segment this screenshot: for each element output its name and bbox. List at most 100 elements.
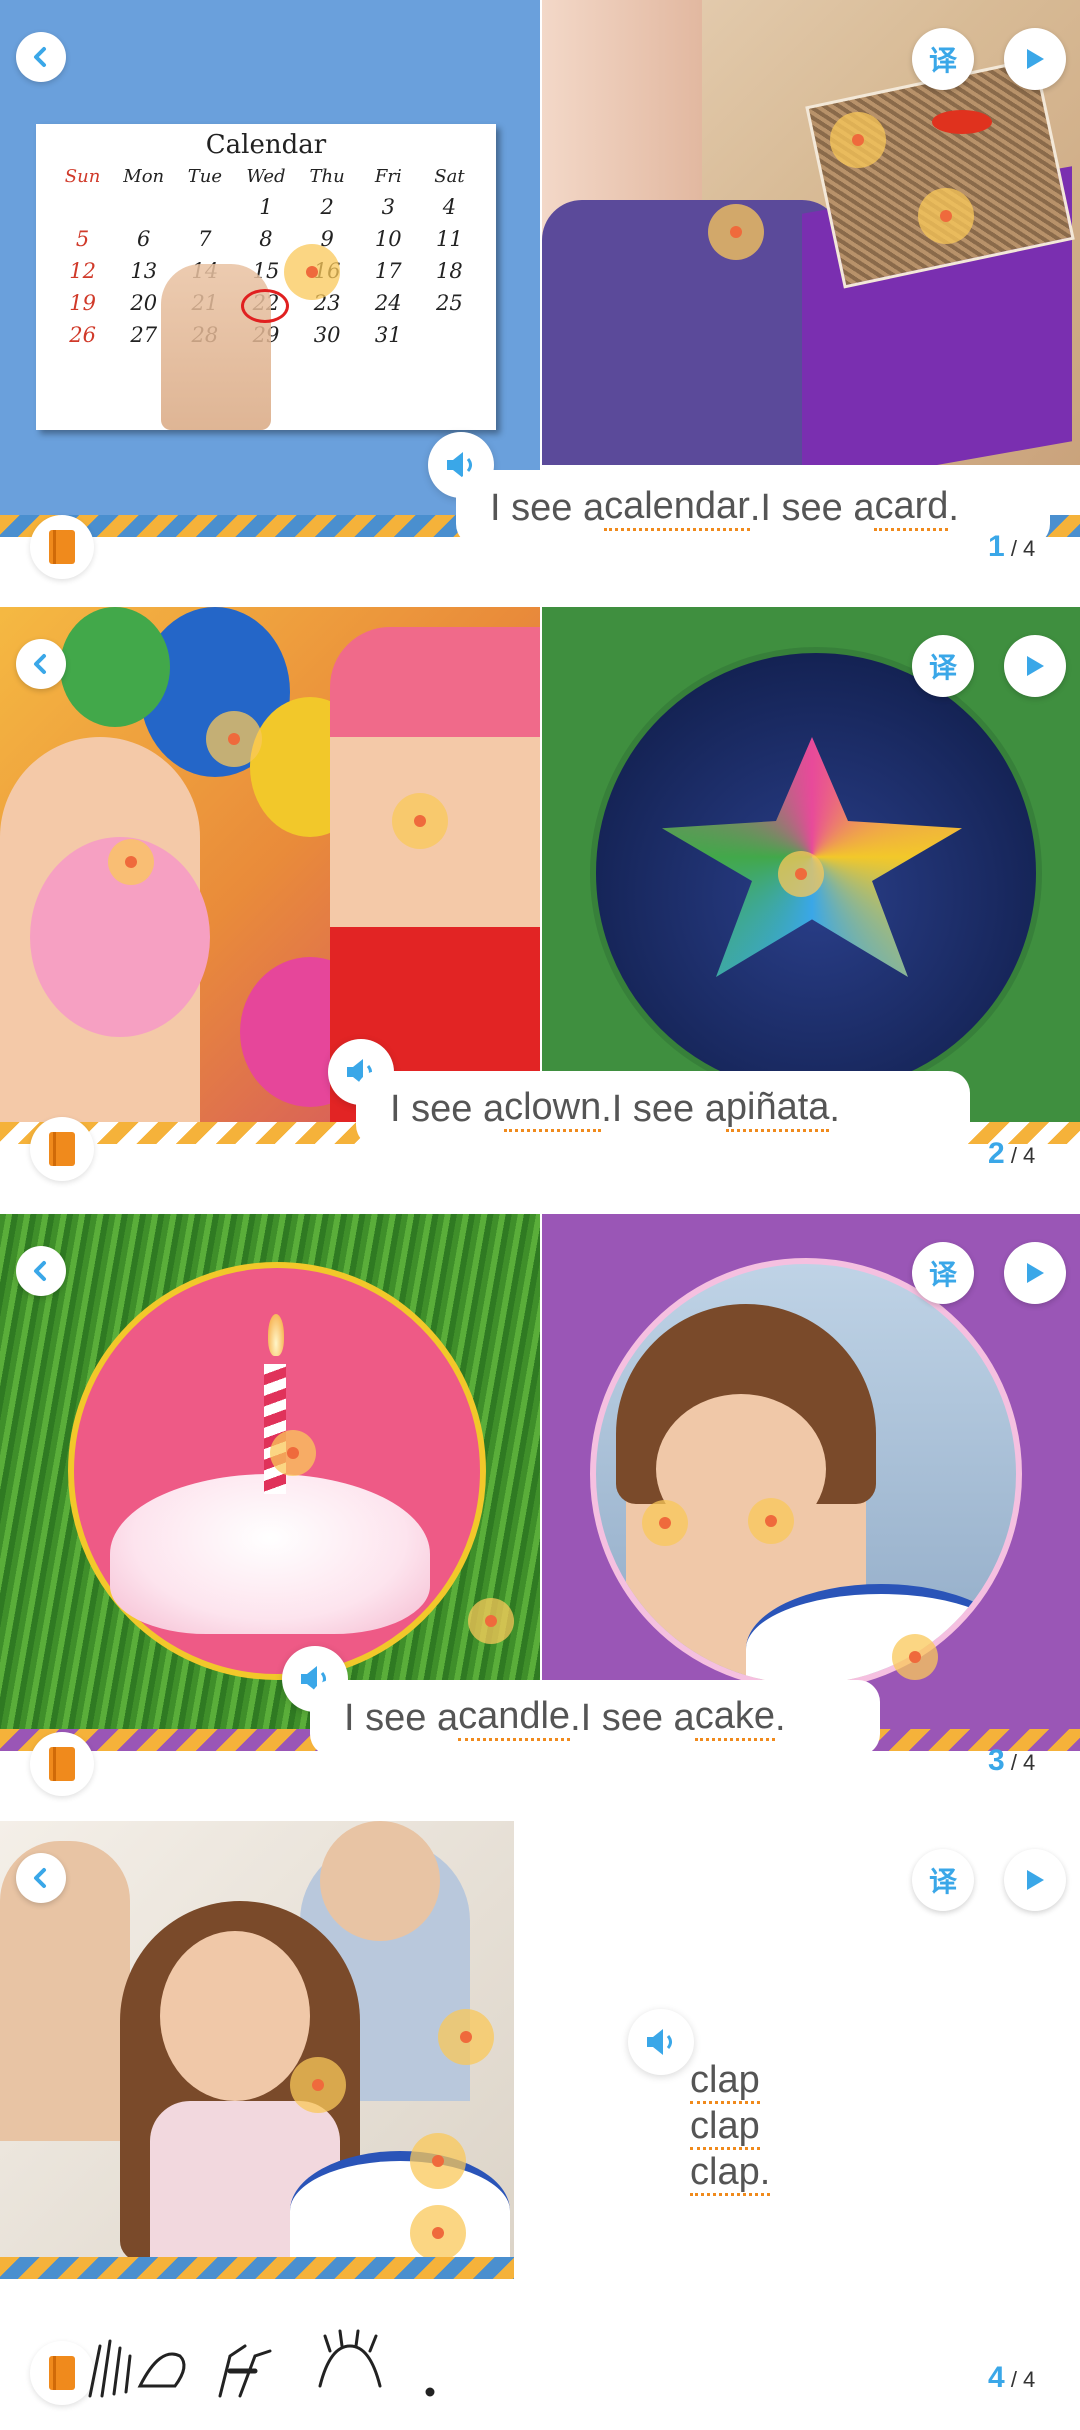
speaker-button[interactable] xyxy=(628,2009,694,2075)
hotspot-mouth[interactable] xyxy=(748,1498,794,1544)
clap-text: clap clap clap. xyxy=(690,2057,771,2196)
sentence-bubble: I see a calendar .I see a card . xyxy=(456,470,1050,546)
card-image xyxy=(542,0,1080,465)
clapping-hands-icon xyxy=(88,2329,435,2398)
calendar-date: 10 xyxy=(374,227,402,251)
translate-button[interactable]: 译 xyxy=(912,1849,974,1911)
word-pinata[interactable]: piñata xyxy=(725,1086,830,1132)
calendar-date: 11 xyxy=(436,227,463,251)
page-1: Calendar Sun Mon Tue Wed Thu Fri Sat 1 2 3 4 5 6 7 8 9 1… xyxy=(0,0,1080,607)
calendar-day-header: Mon xyxy=(123,166,165,187)
pinata-image xyxy=(542,607,1080,1127)
calendar-date: 5 xyxy=(75,227,90,251)
hotspot-balloon[interactable] xyxy=(206,711,262,767)
candle-image xyxy=(0,1214,540,1734)
hotspot-calendar[interactable] xyxy=(284,244,340,300)
book-button[interactable] xyxy=(30,1117,94,1181)
speaker-icon xyxy=(647,2029,672,2055)
back-icon xyxy=(34,1868,46,1888)
translate-icon: 译 xyxy=(928,651,957,684)
hotspot-card-1[interactable] xyxy=(830,112,886,168)
page-indicator: 3 / 4 xyxy=(988,1744,1036,1777)
calendar-date: 12 xyxy=(69,259,96,283)
calendar-date: 1 xyxy=(259,195,273,219)
calendar-date: 13 xyxy=(130,259,158,283)
calendar-date: 31 xyxy=(374,323,402,347)
hotspot-cake[interactable] xyxy=(892,1634,938,1680)
calendar-date: 25 xyxy=(436,291,463,315)
word-cake[interactable]: cake xyxy=(694,1695,775,1741)
back-button[interactable] xyxy=(16,639,66,689)
translate-icon: 译 xyxy=(928,44,957,77)
word-clap-2[interactable]: clap xyxy=(690,2105,760,2150)
sentence-bubble: I see a clown .I see a piñata . xyxy=(356,1071,970,1147)
hotspot-candles[interactable] xyxy=(410,2133,466,2189)
book-icon xyxy=(49,2356,75,2390)
book-icon xyxy=(49,1132,75,1166)
word-calendar[interactable]: calendar xyxy=(604,485,750,531)
calendar-date: 8 xyxy=(259,227,273,251)
hotspot-grandpa[interactable] xyxy=(438,2009,494,2065)
calendar-date xyxy=(113,195,174,219)
calendar-date: 6 xyxy=(137,227,151,251)
calendar-date: 26 xyxy=(69,323,96,347)
calendar-date: 3 xyxy=(381,195,395,219)
hotspot-clown[interactable] xyxy=(392,793,448,849)
play-icon xyxy=(1027,656,1044,676)
back-icon xyxy=(34,47,46,67)
calendar-date xyxy=(419,323,480,347)
calendar-date: 24 xyxy=(374,291,402,315)
play-button[interactable] xyxy=(1004,28,1066,90)
calendar-date xyxy=(174,195,235,219)
page-indicator: 4 / 4 xyxy=(988,2361,1036,2394)
calendar-date xyxy=(52,195,113,219)
calendar-day-header: Wed xyxy=(246,166,286,187)
back-icon xyxy=(34,654,46,674)
hotspot-card-3[interactable] xyxy=(918,188,974,244)
hotspot-grass[interactable] xyxy=(468,1598,514,1644)
back-button[interactable] xyxy=(16,32,66,82)
clapping-image xyxy=(0,1821,514,2261)
translate-button[interactable]: 译 xyxy=(912,28,974,90)
page-4: 译 clap clap clap. 4 / 4 xyxy=(0,1821,1080,2430)
word-candle[interactable]: candle xyxy=(458,1695,571,1741)
translate-button[interactable]: 译 xyxy=(912,1242,974,1304)
word-clap-3[interactable]: clap. xyxy=(690,2151,771,2196)
page-4-stripe xyxy=(0,2257,514,2279)
page-2: 译 I see a clown .I see a piñata . 2 / 4 xyxy=(0,607,1080,1214)
hotspot-candle[interactable] xyxy=(270,1430,316,1476)
calendar-card: Calendar Sun Mon Tue Wed Thu Fri Sat 1 2 3 4 5 6 7 8 9 1… xyxy=(36,124,496,430)
calendar-date: 30 xyxy=(313,323,341,347)
back-icon xyxy=(34,1261,46,1281)
calendar-day-header: Fri xyxy=(374,166,402,187)
book-button[interactable] xyxy=(30,515,94,579)
hotspot-girl[interactable] xyxy=(290,2057,346,2113)
translate-icon: 译 xyxy=(928,1865,957,1898)
clown-image xyxy=(0,607,540,1127)
hotspot-cake[interactable] xyxy=(410,2205,466,2261)
hotspot-girl[interactable] xyxy=(108,839,154,885)
play-button[interactable] xyxy=(1004,1242,1066,1304)
cake-image xyxy=(542,1214,1080,1734)
calendar-date: 17 xyxy=(374,259,402,283)
book-button[interactable] xyxy=(30,1732,94,1796)
hotspot-girl-face[interactable] xyxy=(642,1500,688,1546)
calendar-day-header: Thu xyxy=(309,166,345,187)
translate-button[interactable]: 译 xyxy=(912,635,974,697)
book-icon xyxy=(49,530,75,564)
back-button[interactable] xyxy=(16,1246,66,1296)
play-button[interactable] xyxy=(1004,635,1066,697)
book-icon xyxy=(49,1747,75,1781)
play-button[interactable] xyxy=(1004,1849,1066,1911)
calendar-date: 19 xyxy=(69,291,96,315)
hotspot-pinata[interactable] xyxy=(778,851,824,897)
sentence-bubble: I see a candle .I see a cake . xyxy=(310,1680,880,1756)
page-3: 译 I see a candle .I see a cake . 3 / 4 xyxy=(0,1214,1080,1821)
translate-icon: 译 xyxy=(928,1258,957,1291)
back-button[interactable] xyxy=(16,1853,66,1903)
word-card[interactable]: card xyxy=(874,485,949,531)
word-clap-1[interactable]: clap xyxy=(690,2059,760,2104)
hotspot-card-2[interactable] xyxy=(708,204,764,260)
play-icon xyxy=(1027,49,1044,69)
word-clown[interactable]: clown xyxy=(504,1086,602,1132)
